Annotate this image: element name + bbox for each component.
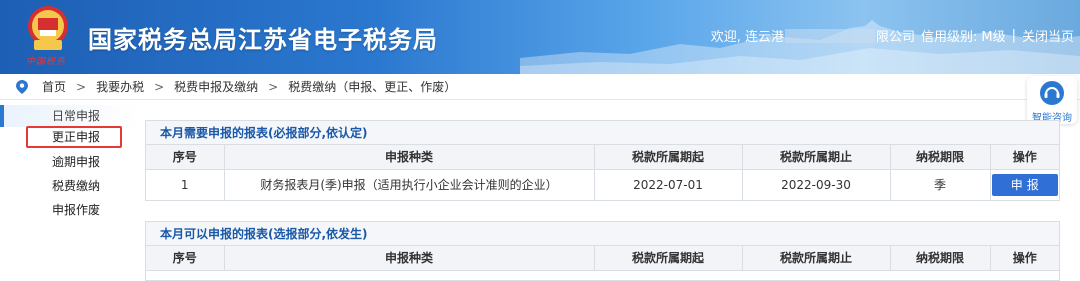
credit-value: M级 (981, 30, 1006, 45)
location-pin-icon (16, 79, 28, 94)
row-period: 季 (890, 169, 991, 200)
col-index: 序号 (146, 246, 225, 271)
sidebar-item-overdue-declare[interactable]: 逾期申报 (0, 151, 138, 173)
breadcrumb-arrow: > (268, 79, 279, 94)
separator: | (1011, 28, 1016, 43)
row-start: 2022-07-01 (594, 169, 743, 200)
col-type: 申报种类 (224, 246, 595, 271)
breadcrumb-declare-pay[interactable]: 税费申报及缴纳 (174, 78, 258, 95)
table-header-row: 序号 申报种类 税款所属期起 税款所属期止 纳税期限 操作 (146, 145, 1059, 170)
col-index: 序号 (146, 145, 225, 170)
logo-caption: 中国税务 (26, 57, 67, 67)
sidebar-item-correction-declare[interactable]: 更正申报 (26, 126, 122, 148)
breadcrumb-arrow: > (154, 79, 165, 94)
welcome-prefix: 欢迎, 连云港 (710, 30, 784, 45)
row-action-cell: 申报 (990, 169, 1059, 200)
site-header: 中国税务 国家税务总局江苏省电子税务局 欢迎, 连云港 限公司 信用级别: M级… (0, 0, 1080, 74)
credit-label: 信用级别: (920, 30, 978, 45)
required-panel-title: 本月需要申报的报表(必报部分,依认定) (146, 121, 1059, 145)
breadcrumb: 首页 > 我要办税 > 税费申报及缴纳 > 税费缴纳（申报、更正、作废） (0, 74, 1080, 100)
row-end: 2022-09-30 (742, 169, 891, 200)
row-type: 财务报表月(季)申报（适用执行小企业会计准则的企业） (224, 169, 595, 200)
sidebar-item-tax-payment[interactable]: 税费缴纳 (0, 175, 138, 197)
col-end: 税款所属期止 (742, 145, 891, 170)
col-action: 操作 (990, 246, 1059, 271)
col-type: 申报种类 (224, 145, 595, 170)
optional-reports-panel: 本月可以申报的报表(选报部分,依发生) 序号 申报种类 税款所属期起 税款所属期… (145, 221, 1060, 281)
col-action: 操作 (990, 145, 1059, 170)
breadcrumb-home[interactable]: 首页 (42, 78, 66, 95)
breadcrumb-arrow: > (76, 79, 87, 94)
welcome-suffix: 限公司 (875, 30, 915, 45)
declare-button[interactable]: 申报 (991, 173, 1058, 196)
required-reports-panel: 本月需要申报的报表(必报部分,依认定) 序号 申报种类 税款所属期起 税款所属期… (145, 120, 1060, 201)
col-period: 纳税期限 (890, 145, 991, 170)
col-end: 税款所属期止 (742, 246, 891, 271)
headset-icon (1040, 81, 1064, 105)
smart-consult-button[interactable]: 智能咨询 (1027, 76, 1077, 124)
user-bar: 欢迎, 连云港 限公司 信用级别: M级 | 关闭当页 (711, 26, 1074, 45)
col-start: 税款所属期起 (594, 246, 743, 271)
breadcrumb-tax-service[interactable]: 我要办税 (96, 78, 144, 95)
table-header-row: 序号 申报种类 税款所属期起 税款所属期止 纳税期限 操作 (146, 246, 1059, 271)
sidebar: 日常申报 更正申报 逾期申报 税费缴纳 申报作废 (0, 100, 138, 267)
sidebar-item-daily-declare[interactable]: 日常申报 (0, 105, 138, 127)
breadcrumb-current[interactable]: 税费缴纳（申报、更正、作废） (288, 78, 456, 95)
site-title: 国家税务总局江苏省电子税务局 (88, 26, 438, 54)
close-page-link[interactable]: 关闭当页 (1022, 26, 1074, 45)
table-row: 1 财务报表月(季)申报（适用执行小企业会计准则的企业） 2022-07-01 … (146, 169, 1059, 200)
row-index: 1 (146, 169, 225, 200)
tax-emblem-icon (28, 6, 68, 50)
masked-company-name (784, 28, 875, 43)
col-start: 税款所属期起 (594, 145, 743, 170)
sidebar-item-declare-void[interactable]: 申报作废 (0, 199, 138, 221)
optional-panel-title: 本月可以申报的报表(选报部分,依发生) (146, 222, 1059, 246)
col-period: 纳税期限 (890, 246, 991, 271)
required-reports-table: 序号 申报种类 税款所属期起 税款所属期止 纳税期限 操作 1 财务报表月(季)… (146, 145, 1059, 200)
